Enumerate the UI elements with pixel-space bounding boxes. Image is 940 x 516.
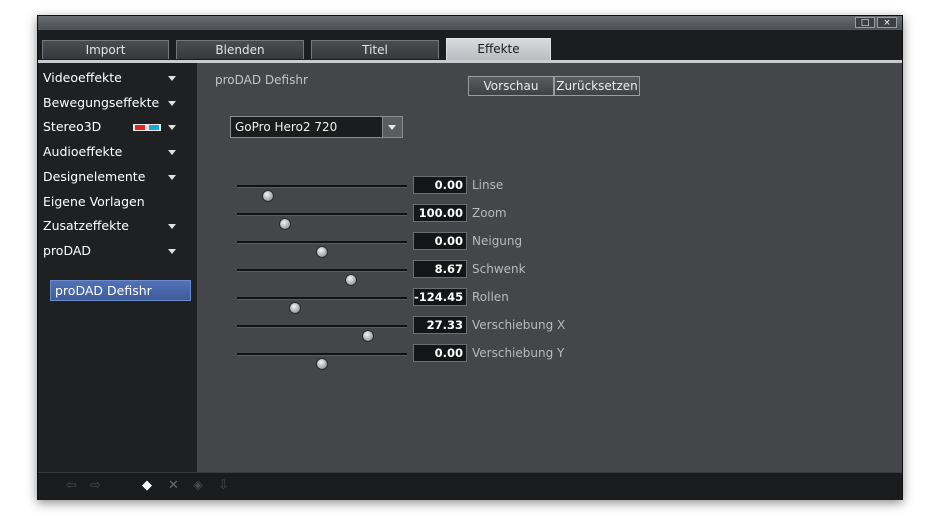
maximize-button[interactable]: □ [855, 17, 875, 28]
chevron-down-icon[interactable] [168, 175, 176, 180]
preset-dropdown[interactable]: GoPro Hero2 720 [230, 116, 403, 138]
chevron-down-icon[interactable] [168, 76, 176, 81]
slider-label: Rollen [472, 290, 509, 304]
preset-dropdown-value: GoPro Hero2 720 [235, 120, 338, 134]
chevron-down-icon[interactable] [168, 249, 176, 254]
effects-window: □ × Import Blenden Titel Effekte Videoef… [37, 15, 903, 500]
slider-thumb[interactable] [316, 358, 328, 370]
tab-blenden[interactable]: Blenden [176, 40, 304, 59]
chevron-down-icon [388, 125, 396, 130]
3d-glasses-icon [133, 124, 161, 131]
sidebar-item-label: Audioeffekte [43, 144, 123, 159]
slider-track[interactable] [237, 269, 407, 286]
value-field-verschiebung-y[interactable]: 0.00 [413, 344, 467, 362]
value-field-linse[interactable]: 0.00 [413, 176, 467, 194]
sidebar-item-label: Eigene Vorlagen [43, 194, 145, 209]
slider-row-verschiebung-y: 0.00 Verschiebung Y [197, 342, 902, 370]
sidebar-item-prodad[interactable]: proDAD [38, 239, 197, 263]
sidebar-item-label: Designelemente [43, 169, 146, 184]
sidebar-item-label: Bewegungseffekte [43, 95, 160, 110]
dropdown-button[interactable] [382, 117, 402, 137]
sidebar-item-eigene-vorlagen[interactable]: Eigene Vorlagen [38, 190, 197, 214]
slider-label: Verschiebung X [472, 318, 566, 332]
arrow-left-icon[interactable]: ⇦ [66, 479, 77, 493]
chevron-down-icon[interactable] [168, 150, 176, 155]
diamond-prev-icon[interactable]: ◈ [193, 479, 203, 493]
slider-track[interactable] [237, 213, 407, 230]
effect-settings-panel: proDAD Defishr Vorschau Zurücksetzen GoP… [197, 63, 902, 472]
sidebar-item-label: Stereo3D [43, 119, 102, 134]
tab-titel[interactable]: Titel [311, 40, 439, 59]
title-bar: □ × [38, 16, 902, 30]
slider-thumb[interactable] [261, 190, 274, 202]
slider-label: Linse [472, 178, 504, 192]
slider-row-linse: 0.00 Linse [197, 174, 902, 202]
slider-label: Zoom [472, 206, 507, 220]
slider-thumb[interactable] [361, 330, 374, 342]
slider-row-zoom: 100.00 Zoom [197, 202, 902, 230]
chevron-down-icon[interactable] [168, 101, 176, 106]
bottom-toolbar: ⇦ ⇨ ◆ ✕ ◈ ⇩ [38, 472, 902, 500]
slider-track[interactable] [237, 297, 407, 314]
slider-thumb[interactable] [316, 246, 328, 258]
tab-effekte[interactable]: Effekte [446, 38, 551, 60]
slider-track[interactable] [237, 185, 407, 202]
slider-row-rollen: -124.45 Rollen [197, 286, 902, 314]
slider-track[interactable] [237, 353, 407, 370]
slider-label: Neigung [472, 234, 523, 248]
effect-title: proDAD Defishr [215, 73, 308, 87]
slider-row-verschiebung-x: 27.33 Verschiebung X [197, 314, 902, 342]
tab-bar: Import Blenden Titel Effekte [38, 30, 902, 60]
arrow-right-icon[interactable]: ⇨ [90, 479, 101, 493]
chevron-down-icon[interactable] [168, 224, 176, 229]
slider-label: Verschiebung Y [472, 346, 565, 360]
sidebar-item-videoeffekte[interactable]: Videoeffekte [38, 66, 197, 90]
close-icon[interactable]: ✕ [168, 479, 179, 493]
sidebar-item-designelemente[interactable]: Designelemente [38, 165, 197, 189]
value-field-neigung[interactable]: 0.00 [413, 232, 467, 250]
value-field-schwenk[interactable]: 8.67 [413, 260, 467, 278]
slider-row-neigung: 0.00 Neigung [197, 230, 902, 258]
slider-thumb[interactable] [278, 218, 291, 230]
diamond-icon[interactable]: ◆ [142, 479, 152, 493]
reset-button[interactable]: Zurücksetzen [554, 76, 640, 96]
value-field-verschiebung-x[interactable]: 27.33 [413, 316, 467, 334]
tab-import[interactable]: Import [42, 40, 169, 59]
value-field-rollen[interactable]: -124.45 [413, 288, 467, 306]
slider-row-schwenk: 8.67 Schwenk [197, 258, 902, 286]
chevron-down-icon[interactable] [168, 125, 176, 130]
slider-track[interactable] [237, 325, 407, 342]
slider-thumb[interactable] [288, 302, 301, 314]
sidebar-item-stereo3d[interactable]: Stereo3D [38, 115, 197, 139]
sidebar-item-bewegungseffekte[interactable]: Bewegungseffekte [38, 91, 197, 115]
slider-thumb[interactable] [344, 274, 357, 286]
sidebar-item-label: Zusatzeffekte [43, 218, 129, 233]
close-button[interactable]: × [877, 17, 897, 28]
slider-label: Schwenk [472, 262, 526, 276]
sidebar-subitem-prodad-defishr[interactable]: proDAD Defishr [50, 280, 191, 301]
sidebar-item-label: proDAD [43, 243, 92, 258]
arrow-down-icon[interactable]: ⇩ [218, 479, 229, 493]
preview-button[interactable]: Vorschau [468, 76, 554, 96]
sidebar-item-zusatzeffekte[interactable]: Zusatzeffekte [38, 214, 197, 238]
sidebar-item-audioeffekte[interactable]: Audioeffekte [38, 140, 197, 164]
effects-sidebar: Videoeffekte Bewegungseffekte Stereo3D A… [38, 63, 197, 472]
sidebar-item-label: Videoeffekte [43, 70, 122, 85]
slider-track[interactable] [237, 241, 407, 258]
value-field-zoom[interactable]: 100.00 [413, 204, 467, 222]
